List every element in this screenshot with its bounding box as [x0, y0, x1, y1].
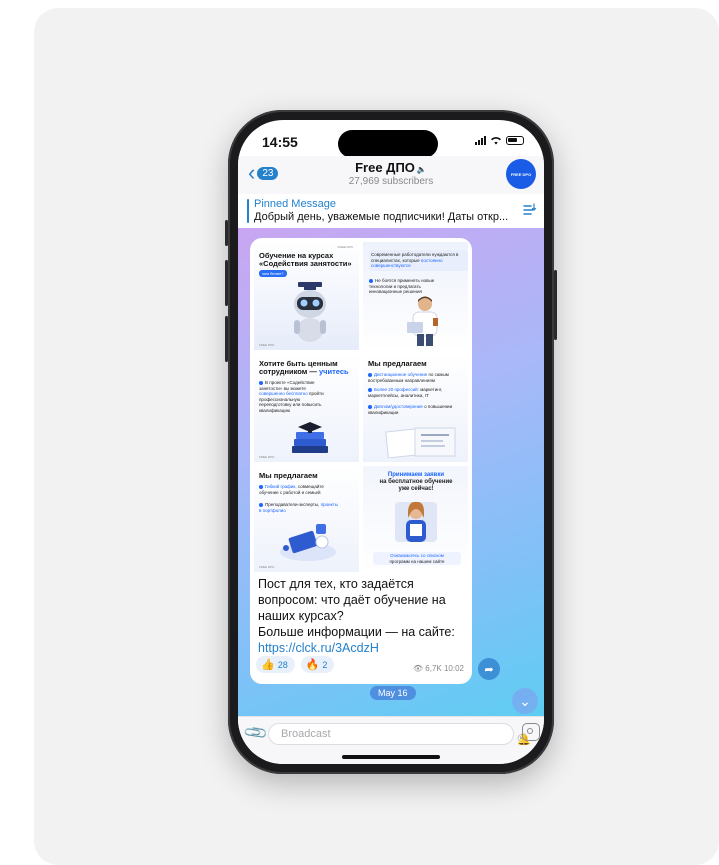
thumbs-up-icon: 👍 [261, 659, 275, 671]
person-illustration [407, 296, 438, 346]
books-illustration [292, 422, 328, 453]
message-bubble[interactable]: FREE DPO Обучение на курсах «Содействия з… [250, 238, 472, 684]
chevron-down-icon: ⌄ [519, 692, 531, 709]
fire-icon: 🔥 [305, 659, 320, 671]
mute-icon: 🔈 [416, 165, 427, 174]
collage-tile-valuable-employee: Хотите быть ценным сотрудником — учитесь … [254, 354, 359, 462]
chevron-left-icon: ‹ [248, 160, 256, 185]
camera-icon[interactable] [522, 723, 540, 741]
woman-illustration [395, 501, 437, 542]
channel-avatar[interactable]: FREE DPO [506, 159, 536, 189]
dynamic-island [338, 130, 438, 158]
collage-tile-flexible: Мы предлагаем Гибкий график, совмещайте … [254, 466, 359, 572]
tile-logo: FREE DPO [337, 245, 353, 249]
scroll-down-button[interactable]: ⌄ [512, 688, 538, 714]
post-text: Пост для тех, кто задаётся вопросом: что… [258, 576, 468, 656]
unread-count-badge: 23 [257, 166, 279, 180]
back-button[interactable]: ‹ 23 [248, 160, 279, 185]
diploma-illustration [385, 427, 456, 458]
reactions: 👍 28 🔥 2 [256, 656, 335, 673]
pinned-label: Pinned Message [254, 198, 336, 210]
home-indicator [342, 755, 440, 759]
chat-header: ‹ 23 Free ДПО 🔈 27,969 subscribers FREE D… [238, 156, 544, 194]
reaction-thumbs-up[interactable]: 👍 28 [256, 656, 295, 673]
robot-illustration [294, 282, 326, 342]
workspace-illustration [280, 524, 336, 561]
share-button[interactable]: ➦ [478, 658, 500, 680]
wifi-icon [491, 136, 501, 144]
status-bar: 14:55 [238, 120, 544, 158]
status-icons [475, 135, 524, 145]
share-arrow-icon: ➦ [484, 663, 494, 676]
attach-icon[interactable]: 📎 [242, 719, 270, 747]
channel-name: Free ДПО [355, 160, 415, 175]
image-collage[interactable]: FREE DPO Обучение на курсах «Содействия з… [254, 242, 468, 572]
phone-screen: 14:55 ‹ 23 Free ДПО 🔈 27,969 subscribers … [238, 120, 544, 764]
chat-area: FREE DPO Обучение на курсах «Содействия з… [238, 228, 544, 716]
collage-tile-courses: FREE DPO Обучение на курсах «Содействия з… [254, 242, 359, 350]
date-chip: May 16 [370, 686, 416, 700]
pinned-list-icon[interactable] [522, 202, 538, 218]
eye-icon: 👁 [412, 664, 424, 673]
post-link[interactable]: https://clck.ru/3AcdzH [258, 640, 468, 656]
collage-tile-applications: Принимаем заявки на бесплатное обучение уж… [363, 466, 468, 572]
input-bar: 📎 Broadcast ⏱ 🔔 ◔ [238, 716, 544, 764]
reaction-fire[interactable]: 🔥 2 [300, 656, 335, 673]
status-time: 14:55 [262, 134, 298, 150]
pinned-message-bar[interactable]: Pinned Message Добрый день, уважемые под… [238, 194, 544, 229]
phone-frame: 14:55 ‹ 23 Free ДПО 🔈 27,969 subscribers … [225, 110, 557, 774]
broadcast-input[interactable]: Broadcast ⏱ 🔔 ◔ [268, 723, 531, 746]
pinned-text: Добрый день, уважемые подписчики! Даты о… [254, 211, 509, 223]
subscriber-count: 27,969 subscribers [348, 176, 434, 187]
collage-tile-employers: Современные работодатели нуждаются в спе… [363, 242, 468, 350]
battery-icon [506, 135, 524, 145]
message-meta: 👁 6,7K 10:02 [412, 664, 464, 673]
signal-icon [475, 135, 486, 145]
pinned-indicator [247, 199, 249, 223]
channel-title-area[interactable]: Free ДПО 🔈 27,969 subscribers [308, 160, 474, 187]
tile-pill: чем белее? [259, 270, 287, 277]
collage-tile-we-offer: Мы предлагаем Дистанционное обучение по … [363, 354, 468, 462]
